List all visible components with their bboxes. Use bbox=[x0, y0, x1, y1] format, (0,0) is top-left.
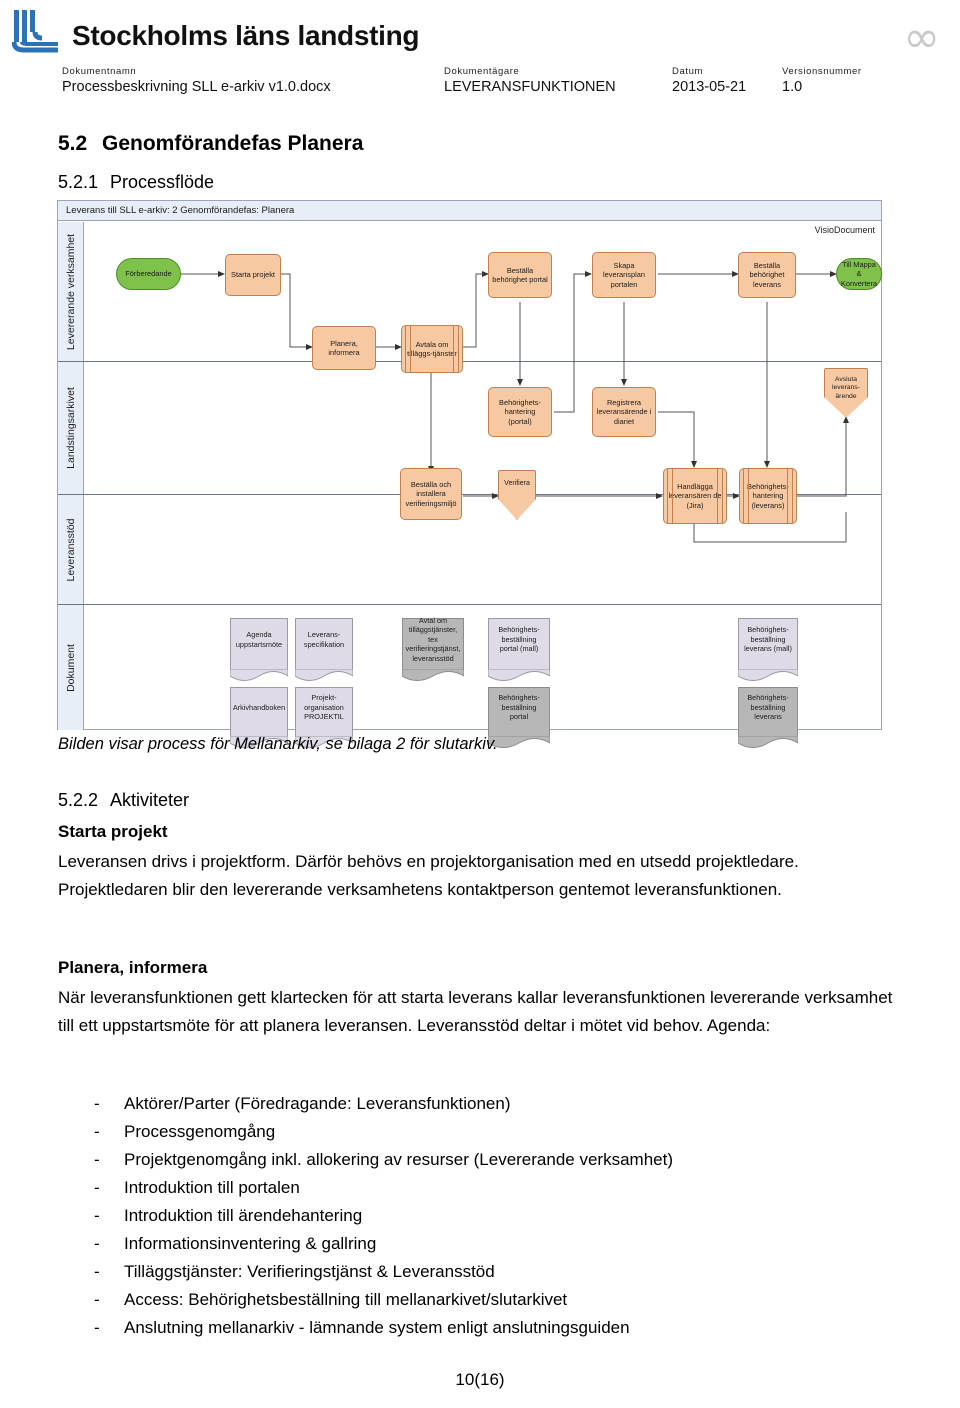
swimlane-header-3: Dokument bbox=[58, 605, 84, 730]
node-forberedande[interactable]: Förberedande bbox=[116, 258, 181, 290]
meta-label-datum: Datum bbox=[672, 66, 703, 77]
document-label-0: Agenda uppstartsmöte bbox=[235, 630, 283, 649]
paragraph-starta-projekt: Leveransen drivs i projektform. Därför b… bbox=[58, 852, 799, 899]
diagram-caption: Bilden visar process för Mellanarkiv, se… bbox=[58, 735, 498, 753]
document-shape-behorighetsbestallning-leverans[interactable]: Behörighets-beställning leverans bbox=[738, 687, 798, 748]
meta-value-datum: 2013-05-21 bbox=[672, 79, 747, 95]
node-bestalla-installera-verifieringsmiljo[interactable]: Beställa och installera verifieringsmilj… bbox=[400, 468, 462, 520]
document-label-7: Behörighets-beställning portal bbox=[498, 693, 540, 722]
sll-logo-icon bbox=[12, 10, 58, 53]
meta-value-dokumentnamn: Processbeskrivning SLL e-arkiv v1.0.docx bbox=[62, 79, 331, 95]
document-label-8: Behörighets-beställning leverans bbox=[747, 693, 789, 722]
meta-label-dokumentagare: Dokumentägare bbox=[444, 66, 520, 77]
list-item: Aktörer/Parter (Föredragande: Leveransfu… bbox=[88, 1090, 928, 1118]
node-handlagga-leveransarende[interactable]: Handlägga leveransären de (Jira) bbox=[663, 468, 727, 524]
node-behorighetshantering-portal[interactable]: Behörighets-hantering (portal) bbox=[488, 387, 552, 437]
agenda-list-items: Aktörer/Parter (Föredragande: Leveransfu… bbox=[88, 1090, 928, 1342]
document-label-3: Behörighets-beställning portal (mall) bbox=[498, 625, 540, 654]
document-label-2: Avtal om tilläggstjänster, tex verifieri… bbox=[405, 615, 461, 663]
swimlane-header-2: Leveransstöd bbox=[58, 495, 84, 604]
document-shape-behorighetsbestallning-leverans-mall[interactable]: Behörighets-beställning leverans (mall) bbox=[738, 618, 798, 681]
node-till-mappa-konvertera[interactable]: Till Mappa & Konvertera bbox=[836, 258, 882, 290]
swimlane-label-3: Dokument bbox=[64, 643, 77, 692]
process-flow-diagram: Leverans till SLL e-arkiv: 2 Genomförand… bbox=[57, 200, 882, 748]
node-planera-informera[interactable]: Planera, informera bbox=[312, 326, 376, 370]
document-shape-behorighetsbestallning-portal-mall[interactable]: Behörighets-beställning portal (mall) bbox=[488, 618, 550, 681]
section-heading-5-2-2: 5.2.2 Aktiviteter bbox=[58, 790, 189, 811]
node-bestalla-behorighet-portal[interactable]: Beställa behörighet portal bbox=[488, 252, 552, 298]
agenda-list: Aktörer/Parter (Föredragande: Leveransfu… bbox=[88, 1090, 928, 1342]
section-number-5-2: 5.2 bbox=[58, 132, 88, 155]
diagram-title: Leverans till SLL e-arkiv: 2 Genomförand… bbox=[58, 201, 881, 221]
section-number-5-2-1: 5.2.1 bbox=[58, 172, 99, 192]
section-title-5-2-2: Aktiviteter bbox=[110, 790, 190, 810]
meta-label-dokumentnamn: Dokumentnamn bbox=[62, 66, 137, 77]
paragraph-planera-informera: När leveransfunktionen gett klartecken f… bbox=[58, 988, 893, 1035]
list-item: Introduktion till portalen bbox=[88, 1174, 928, 1202]
swimlane-label-0: Levererande verksamhet bbox=[64, 233, 77, 350]
document-label-5: Arkivhandboken bbox=[232, 702, 286, 712]
swimlane-label-2: Leveransstöd bbox=[64, 517, 77, 582]
page-number: 10(16) bbox=[455, 1370, 505, 1389]
meta-value-dokumentagare: LEVERANSFUNKTIONEN bbox=[444, 79, 616, 95]
section-heading-5-2-1: 5.2.1 Processflöde bbox=[58, 172, 214, 193]
list-item: Introduktion till ärendehantering bbox=[88, 1202, 928, 1230]
diagram-shapes-layer: Förberedande Starta projekt Planera, inf… bbox=[84, 222, 882, 748]
meta-value-versionsnummer: 1.0 bbox=[782, 79, 803, 95]
section-title-5-2: Genomförandefas Planera bbox=[102, 132, 364, 155]
node-skapa-leveransplan-portalen[interactable]: Skapa leveransplan portalen bbox=[592, 252, 656, 298]
list-item: Anslutning mellanarkiv - lämnande system… bbox=[88, 1314, 928, 1342]
document-shape-avtal-om-tillaggstjanster[interactable]: Avtal om tilläggstjänster, tex verifieri… bbox=[402, 615, 464, 681]
document-meta-table: Dokumentnamn Dokumentägare Datum Version… bbox=[62, 66, 942, 95]
list-item: Projektgenomgång inkl. allokering av res… bbox=[88, 1146, 928, 1174]
document-label-4: Behörighets-beställning leverans (mall) bbox=[744, 625, 792, 654]
meta-label-versionsnummer: Versionsnummer bbox=[782, 66, 862, 77]
list-item: Informationsinventering & gallring bbox=[88, 1230, 928, 1258]
swimlane-header-1: Landstingsarkivet bbox=[58, 362, 84, 494]
section-title-5-2-1: Processflöde bbox=[110, 172, 215, 192]
node-starta-projekt[interactable]: Starta projekt bbox=[225, 254, 281, 296]
document-label-1: Leverans-specifikation bbox=[303, 630, 345, 649]
node-bestalla-behorighet-leverans[interactable]: Beställa behörighet leverans bbox=[738, 252, 796, 298]
node-behorighetshantering-leverans[interactable]: Behörighets-hantering (leverans) bbox=[739, 468, 797, 524]
swimlane-header-0: Levererande verksamhet bbox=[58, 222, 84, 361]
section-heading-5-2: 5.2 Genomförandefas Planera bbox=[58, 132, 363, 156]
swimlane-label-1: Landstingsarkivet bbox=[64, 387, 77, 469]
list-item: Tilläggstjänster: Verifieringstjänst & L… bbox=[88, 1258, 928, 1286]
document-label-6: Projekt-organisation PROJEKTIL bbox=[304, 693, 344, 722]
document-shape-agenda-uppstartsmote[interactable]: Agenda uppstartsmöte bbox=[230, 618, 288, 681]
document-shape-behorighetsbestallning-portal[interactable]: Behörighets-beställning portal bbox=[488, 687, 550, 748]
list-item: Access: Behörighetsbeställning till mell… bbox=[88, 1286, 928, 1314]
organization-name: Stockholms läns landsting bbox=[72, 20, 420, 51]
node-registrera-leveransarende[interactable]: Registrera leveransärende i diariet bbox=[592, 387, 656, 437]
document-shape-leveransspecifikation[interactable]: Leverans-specifikation bbox=[295, 618, 353, 681]
section-number-5-2-2: 5.2.2 bbox=[58, 790, 99, 810]
document-shape-projektorganisation-projektil[interactable]: Projekt-organisation PROJEKTIL bbox=[295, 687, 353, 748]
node-avtala-tillaggstjanster[interactable]: Avtala om tilläggs-tjänster bbox=[401, 325, 463, 373]
document-header: Stockholms läns landsting ∞ Dokumentnamn… bbox=[0, 0, 960, 118]
subheading-starta-projekt: Starta projekt bbox=[58, 822, 168, 841]
subheading-planera-informera: Planera, informera bbox=[58, 958, 208, 977]
list-item: Processgenomgång bbox=[88, 1118, 928, 1146]
document-shape-arkivhandboken[interactable]: Arkivhandboken bbox=[230, 687, 288, 748]
infinity-icon: ∞ bbox=[903, 12, 940, 63]
